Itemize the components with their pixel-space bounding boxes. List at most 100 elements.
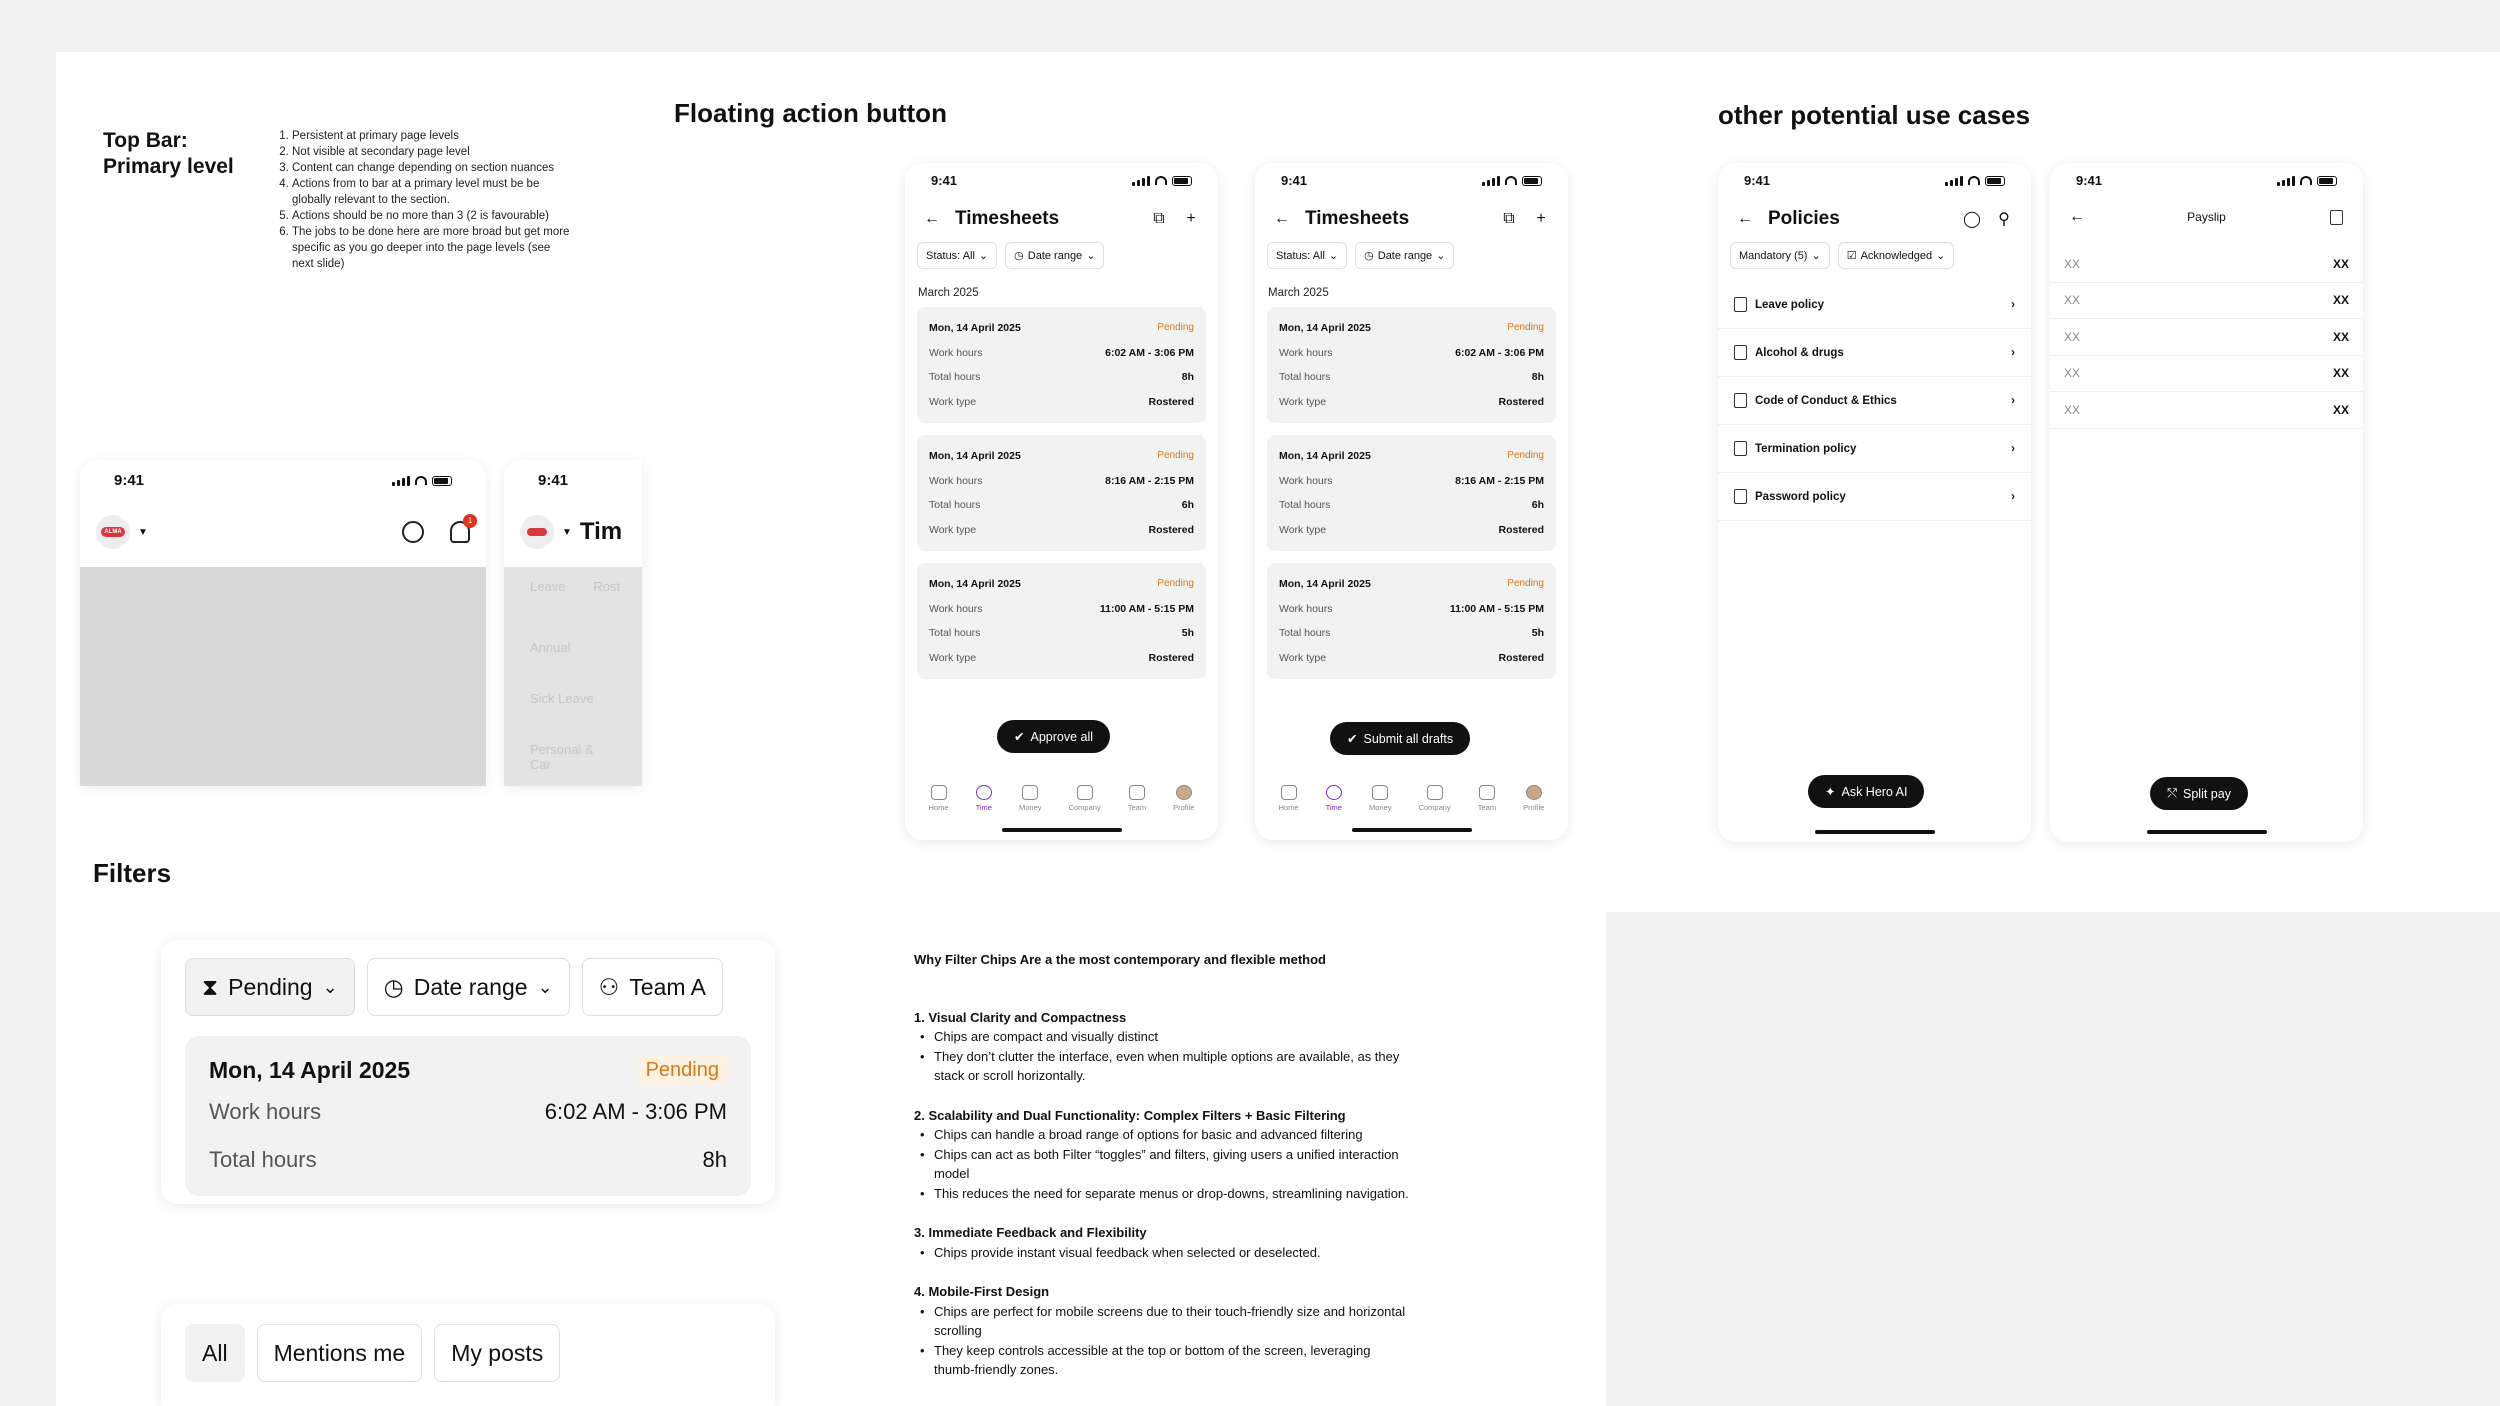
nav-label: Company — [1068, 803, 1101, 812]
chevron-right-icon: › — [2011, 394, 2015, 407]
row-label: Work hours — [1279, 474, 1333, 487]
row-label: XX — [2064, 293, 2081, 308]
timesheet-card[interactable]: Mon, 14 April 2025 Pending Work hours 11:0… — [917, 563, 1206, 679]
nav-company[interactable]: Company — [1419, 785, 1451, 812]
company-logo[interactable] — [520, 515, 554, 549]
timesheet-card[interactable]: Mon, 14 April 2025 Pending Work hours 11:0… — [1267, 563, 1556, 679]
status-badge: Pending — [1157, 450, 1194, 461]
status-time: 9:41 — [931, 173, 958, 188]
month-label: March 2025 — [1268, 287, 1329, 299]
row-value: Rostered — [1148, 395, 1194, 408]
add-icon[interactable]: + — [1182, 210, 1200, 228]
nav-time[interactable]: Time — [1326, 785, 1342, 812]
policy-item[interactable]: Alcohol & drugs › — [1718, 329, 2031, 377]
back-arrow-icon[interactable]: ← — [923, 210, 941, 228]
chat-icon[interactable] — [402, 521, 424, 543]
mandatory-filter-chip[interactable]: Mandatory (5) ⌄ — [1730, 242, 1830, 269]
date-range-chip[interactable]: ◷ Date range ⌄ — [1005, 242, 1105, 269]
feed-tabs-demo: All Mentions me My posts — [161, 1304, 775, 1406]
team-filter-chip[interactable]: ⚇ Team A — [581, 958, 723, 1016]
fab-label: Submit all drafts — [1363, 731, 1454, 746]
timesheet-card[interactable]: Mon, 14 April 2025 Pending Work hours 8:16… — [1267, 435, 1556, 551]
tab-mentions-me[interactable]: Mentions me — [256, 1324, 423, 1382]
nav-home[interactable]: Home — [929, 785, 949, 812]
filters-demo-card: ⧗ Pending ⌄ ◷ Date range ⌄ ⚇ Team A Mon, 14 A… — [161, 940, 775, 1204]
status-filter-chip[interactable]: Status: All ⌄ — [1267, 242, 1348, 269]
status-time: 9:41 — [114, 472, 145, 489]
submit-all-drafts-button[interactable]: ✔ Submit all drafts — [1330, 722, 1471, 755]
row-label: Total hours — [1279, 627, 1331, 639]
row-label: Work type — [1279, 523, 1327, 536]
notification-badge: 1 — [463, 514, 477, 528]
row-value: Rostered — [1498, 395, 1544, 408]
company-logo[interactable]: ALMA — [96, 515, 130, 549]
search-icon[interactable]: ⚲ — [1995, 210, 2013, 228]
policy-item[interactable]: Leave policy › — [1718, 281, 2031, 329]
policy-item[interactable]: Password policy › — [1718, 473, 2031, 521]
acknowledged-filter-chip[interactable]: ☑ Acknowledged ⌄ — [1837, 242, 1955, 269]
row-label: Work type — [929, 651, 977, 664]
timesheet-card[interactable]: Mon, 14 April 2025 Pending Work hours 6:02… — [185, 1036, 751, 1196]
section-title: 3. Immediate Feedback and Flexibility — [914, 1225, 1147, 1240]
faded-row: Annual — [530, 640, 571, 655]
note-item: The jobs to be done here are more broad … — [292, 224, 574, 272]
status-filter-chip[interactable]: Status: All ⌄ — [917, 242, 998, 269]
status-icons — [1132, 175, 1192, 186]
chevron-right-icon: › — [2011, 298, 2015, 311]
chip-label: Pending — [228, 973, 313, 1000]
nav-label: Money — [1369, 803, 1392, 812]
status-badge: Pending — [1507, 322, 1544, 333]
payslip-row: XX XX — [2050, 356, 2363, 392]
primary-phone-mock: 9:41 ALMA ▼ 1 — [80, 460, 486, 786]
nav-money[interactable]: Money — [1369, 785, 1392, 812]
status-badge: Pending — [1507, 450, 1544, 461]
download-document-icon[interactable] — [2327, 208, 2345, 226]
row-label: Work hours — [1279, 602, 1333, 615]
policy-label: Termination policy — [1755, 442, 1857, 455]
tab-label: My posts — [451, 1339, 544, 1366]
copy-icon[interactable]: ⧉ — [1500, 210, 1518, 228]
back-arrow-icon[interactable]: ← — [2068, 208, 2086, 226]
approve-all-button[interactable]: ✔ Approve all — [997, 720, 1111, 753]
nav-profile[interactable]: Profile — [1173, 785, 1194, 812]
timesheet-card[interactable]: Mon, 14 April 2025 Pending Work hours 6:02… — [917, 307, 1206, 423]
split-pay-button[interactable]: ⤲ Split pay — [2150, 777, 2248, 810]
nav-time[interactable]: Time — [976, 785, 992, 812]
row-value: 5h — [1181, 627, 1194, 639]
bell-icon[interactable]: 1 — [450, 514, 477, 543]
pending-filter-chip[interactable]: ⧗ Pending ⌄ — [185, 958, 355, 1016]
bullet: Chips are perfect for mobile screens due… — [920, 1302, 1414, 1341]
chat-icon[interactable]: ◯ — [1963, 210, 1981, 228]
copy-icon[interactable]: ⧉ — [1150, 210, 1168, 228]
row-label: Work hours — [929, 474, 983, 487]
nav-profile[interactable]: Profile — [1523, 785, 1544, 812]
policy-item[interactable]: Code of Conduct & Ethics › — [1718, 377, 2031, 425]
date-range-chip[interactable]: ◷ Date range ⌄ — [1355, 242, 1455, 269]
chip-label: Acknowledged — [1860, 249, 1933, 262]
top-bar-notes: Persistent at primary page levels Not vi… — [274, 128, 574, 272]
caret-down-icon[interactable]: ▼ — [138, 527, 148, 538]
nav-company[interactable]: Company — [1069, 785, 1101, 812]
caret-down-icon[interactable]: ▼ — [562, 527, 572, 538]
nav-team[interactable]: Team — [1478, 785, 1496, 812]
tab-all[interactable]: All — [185, 1324, 245, 1382]
add-icon[interactable]: + — [1532, 210, 1550, 228]
card-date: Mon, 14 April 2025 — [929, 322, 1021, 334]
timesheet-card[interactable]: Mon, 14 April 2025 Pending Work hours 8:16… — [917, 435, 1206, 551]
team-icon — [1478, 785, 1495, 800]
date-range-chip[interactable]: ◷ Date range ⌄ — [366, 958, 570, 1016]
fab-label: Split pay — [2183, 786, 2231, 801]
nav-team[interactable]: Team — [1128, 785, 1146, 812]
back-arrow-icon[interactable]: ← — [1273, 210, 1291, 228]
timesheet-card[interactable]: Mon, 14 April 2025 Pending Work hours 6:02… — [1267, 307, 1556, 423]
tab-my-posts[interactable]: My posts — [434, 1324, 561, 1382]
nav-label: Time — [1325, 803, 1342, 812]
nav-money[interactable]: Money — [1019, 785, 1042, 812]
chevron-down-icon: ⌄ — [1086, 250, 1096, 262]
row-value: 6:02 AM - 3:06 PM — [544, 1099, 727, 1124]
clock-icon: ◷ — [383, 973, 404, 1000]
back-arrow-icon[interactable]: ← — [1736, 210, 1754, 228]
ask-hero-ai-button[interactable]: ✦ Ask Hero AI — [1808, 775, 1925, 808]
nav-home[interactable]: Home — [1279, 785, 1299, 812]
policy-item[interactable]: Termination policy › — [1718, 425, 2031, 473]
